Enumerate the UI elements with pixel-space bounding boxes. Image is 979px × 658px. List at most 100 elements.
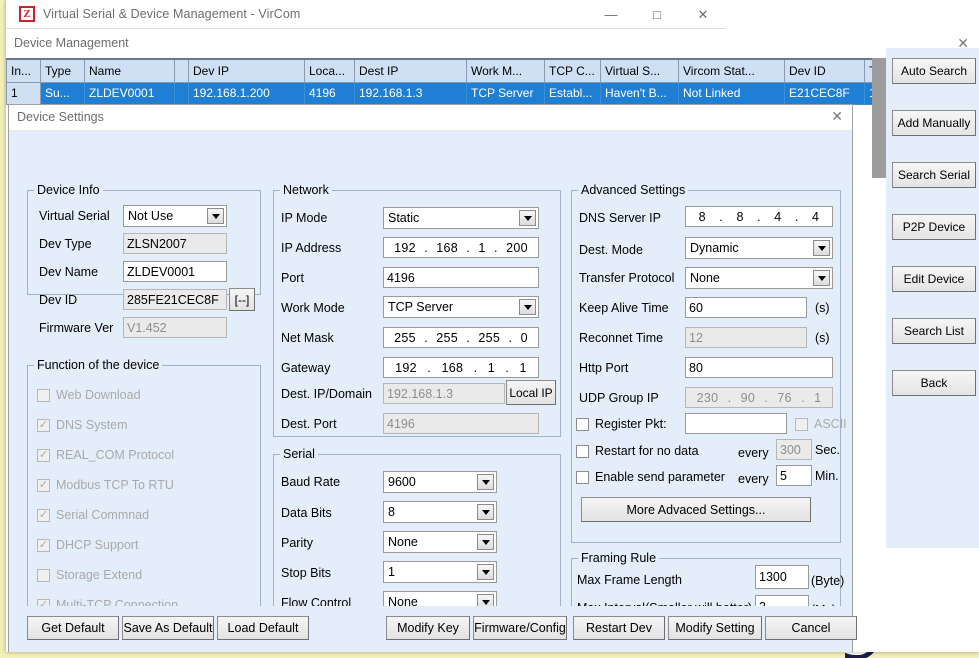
- get-default-button[interactable]: Get Default: [27, 616, 119, 640]
- ip-octet-4[interactable]: 200: [506, 241, 528, 255]
- auto-search-button[interactable]: Auto Search: [892, 58, 976, 84]
- dns-octet-1[interactable]: 8: [699, 210, 706, 224]
- checkbox-checked-icon[interactable]: [37, 508, 50, 522]
- keep-alive-time-field[interactable]: 60: [685, 297, 807, 318]
- net-mask-field[interactable]: 255. 255. 255. 0: [383, 327, 539, 348]
- col-dest-ip[interactable]: Dest IP: [354, 58, 467, 83]
- dest-mode-select[interactable]: Dynamic: [685, 237, 833, 259]
- restart-dev-button[interactable]: Restart Dev: [573, 616, 665, 640]
- chevron-down-icon[interactable]: [519, 299, 536, 315]
- send-parameter-interval-field[interactable]: 5: [776, 465, 812, 486]
- http-port-field[interactable]: 80: [685, 357, 833, 378]
- dev-name-field[interactable]: ZLDEV0001: [123, 261, 227, 282]
- dest-port-field[interactable]: 4196: [383, 413, 539, 434]
- port-field[interactable]: 4196: [383, 267, 539, 288]
- mask-octet-4[interactable]: 0: [521, 331, 528, 345]
- checkbox-icon[interactable]: [795, 417, 808, 431]
- cell-virtual-serial[interactable]: Haven't B...: [600, 81, 679, 105]
- function-dhcp-support[interactable]: DHCP Support: [37, 538, 138, 552]
- cell-blank[interactable]: [174, 81, 189, 105]
- gw-octet-1[interactable]: 192: [395, 361, 417, 375]
- col-dev-ip[interactable]: Dev IP: [188, 58, 305, 83]
- register-pkt-field[interactable]: [685, 413, 787, 434]
- dns-octet-3[interactable]: 4: [774, 210, 781, 224]
- dev-id-expand-button[interactable]: [--]: [229, 288, 255, 311]
- ip-octet-2[interactable]: 168: [436, 241, 458, 255]
- mask-octet-2[interactable]: 255: [436, 331, 458, 345]
- baud-rate-select[interactable]: 9600: [383, 471, 497, 493]
- dns-octet-2[interactable]: 8: [736, 210, 743, 224]
- ascii-checkbox[interactable]: ASCII: [795, 417, 847, 431]
- cell-dev-id[interactable]: E21CEC8F: [784, 81, 865, 105]
- reconnect-time-field[interactable]: 12: [685, 327, 807, 348]
- cell-work-mode[interactable]: TCP Server: [466, 81, 545, 105]
- cell-dev-ip[interactable]: 192.168.1.200: [188, 81, 305, 105]
- chevron-down-icon[interactable]: [477, 564, 494, 580]
- restart-interval-field[interactable]: 300: [776, 439, 812, 460]
- register-pkt-checkbox[interactable]: Register Pkt:: [576, 417, 667, 431]
- col-name[interactable]: Name: [84, 58, 175, 83]
- gw-octet-2[interactable]: 168: [441, 361, 463, 375]
- firmware-config-button[interactable]: Firmware/Config: [473, 616, 567, 640]
- stop-bits-select[interactable]: 1: [383, 561, 497, 583]
- ip-mode-select[interactable]: Static: [383, 207, 539, 229]
- restart-no-data-checkbox[interactable]: Restart for no data: [576, 444, 699, 458]
- maximize-button[interactable]: □: [634, 0, 680, 29]
- col-tcp-conn[interactable]: TCP C...: [544, 58, 601, 83]
- chevron-down-icon[interactable]: [477, 474, 494, 490]
- chevron-down-icon[interactable]: [813, 270, 830, 286]
- modify-key-button[interactable]: Modify Key: [386, 616, 470, 640]
- function-serial-command[interactable]: Serial Commnad: [37, 508, 149, 522]
- col-vircom-status[interactable]: Vircom Stat...: [678, 58, 785, 83]
- checkbox-checked-icon[interactable]: [37, 418, 50, 432]
- data-bits-select[interactable]: 8: [383, 501, 497, 523]
- cell-tcp-conn[interactable]: Establ...: [544, 81, 601, 105]
- checkbox-checked-icon[interactable]: [37, 448, 50, 462]
- cell-name[interactable]: ZLDEV0001: [84, 81, 175, 105]
- gateway-field[interactable]: 192. 168. 1. 1: [383, 357, 539, 378]
- cell-type[interactable]: Su...: [40, 81, 85, 105]
- dns-server-ip-field[interactable]: 8. 8. 4. 4: [685, 206, 833, 227]
- edit-device-button[interactable]: Edit Device: [892, 266, 976, 292]
- col-virtual-serial[interactable]: Virtual S...: [600, 58, 679, 83]
- mask-octet-1[interactable]: 255: [394, 331, 416, 345]
- col-index[interactable]: In...: [6, 58, 41, 83]
- udp-octet-1[interactable]: 230: [697, 391, 719, 405]
- checkbox-checked-icon[interactable]: [37, 538, 50, 552]
- local-ip-button[interactable]: Local IP: [506, 380, 556, 405]
- modify-setting-button[interactable]: Modify Setting: [668, 616, 762, 640]
- work-mode-select[interactable]: TCP Server: [383, 296, 539, 318]
- function-modbus-tcp-to-rtu[interactable]: Modbus TCP To RTU: [37, 478, 174, 492]
- function-storage-extend[interactable]: Storage Extend: [37, 568, 142, 582]
- cell-vircom-status[interactable]: Not Linked: [678, 81, 785, 105]
- col-work-mode[interactable]: Work M...: [466, 58, 545, 83]
- udp-octet-2[interactable]: 90: [741, 391, 756, 405]
- chevron-down-icon[interactable]: [477, 504, 494, 520]
- table-row[interactable]: 1 Su... ZLDEV0001 192.168.1.200 4196 192…: [6, 81, 937, 105]
- max-frame-length-field[interactable]: 1300: [755, 565, 809, 589]
- udp-group-ip-field[interactable]: 230. 90. 76. 1: [685, 387, 833, 408]
- search-list-button[interactable]: Search List: [892, 318, 976, 344]
- ip-octet-3[interactable]: 1: [478, 241, 485, 255]
- function-web-download[interactable]: Web Download: [37, 388, 141, 402]
- col-blank[interactable]: [174, 58, 189, 83]
- minimize-button[interactable]: —: [588, 0, 634, 29]
- gw-octet-4[interactable]: 1: [519, 361, 526, 375]
- add-manually-button[interactable]: Add Manually: [892, 110, 976, 136]
- col-type[interactable]: Type: [40, 58, 85, 83]
- col-local[interactable]: Loca...: [304, 58, 355, 83]
- dest-ip-domain-field[interactable]: 192.168.1.3: [383, 383, 505, 404]
- virtual-serial-select[interactable]: Not Use: [123, 205, 227, 227]
- function-dns-system[interactable]: DNS System: [37, 418, 128, 432]
- checkbox-checked-icon[interactable]: [37, 478, 50, 492]
- cell-local[interactable]: 4196: [304, 81, 355, 105]
- checkbox-icon[interactable]: [576, 417, 589, 431]
- parity-select[interactable]: None: [383, 531, 497, 553]
- table-scrollbar[interactable]: [872, 58, 886, 178]
- function-real-com-protocol[interactable]: REAL_COM Protocol: [37, 448, 174, 462]
- udp-octet-4[interactable]: 1: [814, 391, 821, 405]
- cell-dest-ip[interactable]: 192.168.1.3: [354, 81, 467, 105]
- device-settings-close-icon[interactable]: ✕: [831, 108, 843, 125]
- mask-octet-3[interactable]: 255: [478, 331, 500, 345]
- cancel-button[interactable]: Cancel: [765, 616, 857, 640]
